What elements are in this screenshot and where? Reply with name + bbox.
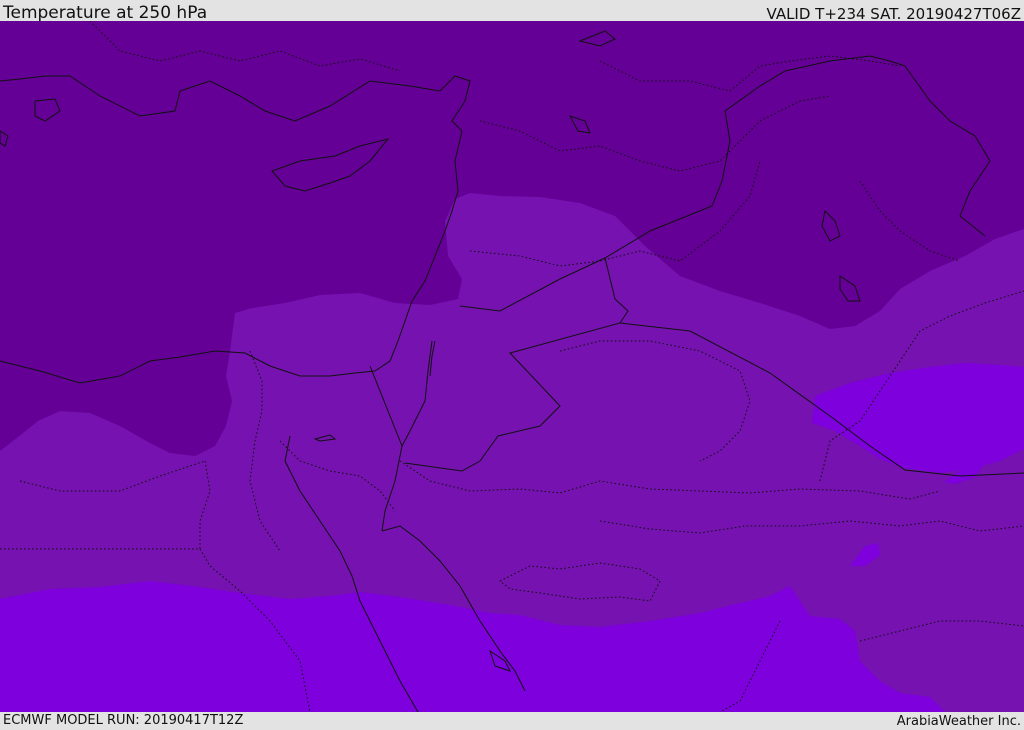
map-footer: ECMWF MODEL RUN: 20190417T12Z ArabiaWeat… (0, 712, 1024, 729)
credit-label: ArabiaWeather Inc. (896, 714, 1021, 729)
temperature-map (0, 21, 1024, 712)
map-header: Temperature at 250 hPa VALID T+234 SAT. … (0, 0, 1024, 23)
model-run-label: ECMWF MODEL RUN: 20190417T12Z (3, 713, 244, 728)
